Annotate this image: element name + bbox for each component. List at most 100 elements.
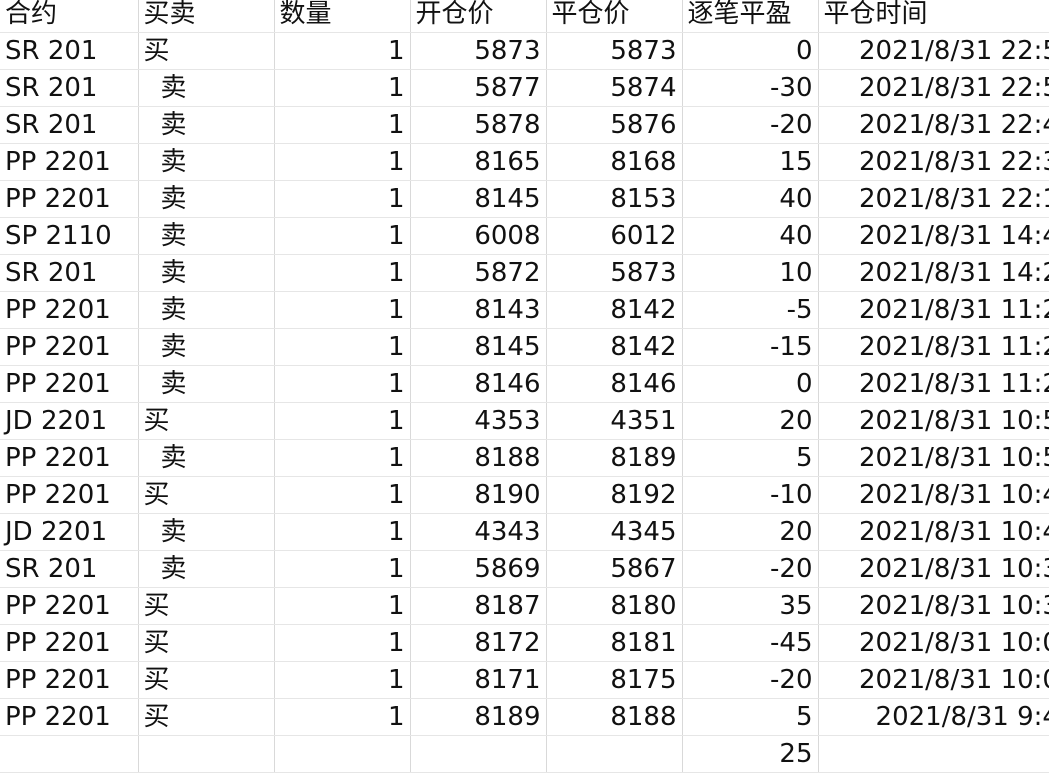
cell-open-price[interactable]: 8188: [410, 439, 547, 477]
cell-close-time[interactable]: 2021/8/31 11:23: [818, 328, 1049, 366]
cell-side[interactable]: 买: [138, 624, 275, 662]
header-contract[interactable]: 合约: [0, 0, 139, 33]
cell-qty[interactable]: 1: [274, 661, 411, 699]
cell-qty[interactable]: 1: [274, 513, 411, 551]
cell-pnl[interactable]: 0: [682, 32, 819, 70]
cell-pnl[interactable]: -10: [682, 476, 819, 514]
cell-contract[interactable]: JD 2201: [0, 513, 139, 551]
cell-open-price[interactable]: 5877: [410, 69, 547, 107]
cell-side[interactable]: 卖: [138, 217, 275, 255]
cell-contract[interactable]: SP 2110: [0, 217, 139, 255]
cell-contract[interactable]: PP 2201: [0, 476, 139, 514]
cell-side[interactable]: 买: [138, 587, 275, 625]
cell-contract[interactable]: PP 2201: [0, 439, 139, 477]
cell-close-time[interactable]: 2021/8/31 11:26: [818, 291, 1049, 329]
cell-pnl[interactable]: -20: [682, 106, 819, 144]
cell-close-time[interactable]: 2021/8/31 22:35: [818, 143, 1049, 181]
cell-close-time[interactable]: 2021/8/31 22:54: [818, 69, 1049, 107]
cell-contract[interactable]: PP 2201: [0, 587, 139, 625]
cell-qty[interactable]: 1: [274, 476, 411, 514]
cell-qty[interactable]: 1: [274, 550, 411, 588]
empty-cell[interactable]: [138, 735, 275, 773]
cell-close-price[interactable]: 4351: [546, 402, 683, 440]
cell-side[interactable]: 买: [138, 476, 275, 514]
header-close-time[interactable]: 平仓时间: [818, 0, 1049, 33]
empty-cell[interactable]: [0, 735, 139, 773]
cell-pnl[interactable]: -20: [682, 661, 819, 699]
cell-qty[interactable]: 1: [274, 365, 411, 403]
cell-qty[interactable]: 1: [274, 402, 411, 440]
cell-contract[interactable]: SR 201: [0, 69, 139, 107]
cell-pnl[interactable]: 35: [682, 587, 819, 625]
cell-side[interactable]: 卖: [138, 143, 275, 181]
cell-close-time[interactable]: 2021/8/31 10:47: [818, 476, 1049, 514]
empty-cell[interactable]: [546, 735, 683, 773]
cell-close-price[interactable]: 8189: [546, 439, 683, 477]
cell-contract[interactable]: PP 2201: [0, 328, 139, 366]
cell-side[interactable]: 买: [138, 698, 275, 736]
cell-pnl[interactable]: -20: [682, 550, 819, 588]
cell-open-price[interactable]: 4353: [410, 402, 547, 440]
cell-contract[interactable]: PP 2201: [0, 365, 139, 403]
cell-close-price[interactable]: 8142: [546, 291, 683, 329]
cell-close-time[interactable]: 2021/8/31 14:41: [818, 217, 1049, 255]
cell-pnl[interactable]: -45: [682, 624, 819, 662]
cell-close-time[interactable]: 2021/8/31 22:15: [818, 180, 1049, 218]
cell-contract[interactable]: SR 201: [0, 550, 139, 588]
cell-close-time[interactable]: 2021/8/31 22:56: [818, 32, 1049, 70]
cell-pnl[interactable]: 15: [682, 143, 819, 181]
cell-open-price[interactable]: 5878: [410, 106, 547, 144]
cell-open-price[interactable]: 8165: [410, 143, 547, 181]
cell-close-price[interactable]: 5874: [546, 69, 683, 107]
cell-contract[interactable]: PP 2201: [0, 143, 139, 181]
cell-contract[interactable]: PP 2201: [0, 291, 139, 329]
cell-open-price[interactable]: 8146: [410, 365, 547, 403]
cell-open-price[interactable]: 8187: [410, 587, 547, 625]
header-pnl[interactable]: 逐笔平盈: [682, 0, 819, 33]
cell-qty[interactable]: 1: [274, 291, 411, 329]
cell-qty[interactable]: 1: [274, 180, 411, 218]
cell-close-price[interactable]: 8146: [546, 365, 683, 403]
cell-close-time[interactable]: 2021/8/31 9:49: [818, 698, 1049, 736]
cell-contract[interactable]: SR 201: [0, 254, 139, 292]
cell-qty[interactable]: 1: [274, 69, 411, 107]
cell-side[interactable]: 买: [138, 402, 275, 440]
cell-side[interactable]: 卖: [138, 439, 275, 477]
cell-qty[interactable]: 1: [274, 143, 411, 181]
cell-contract[interactable]: SR 201: [0, 106, 139, 144]
cell-qty[interactable]: 1: [274, 439, 411, 477]
header-qty[interactable]: 数量: [274, 0, 411, 33]
cell-close-price[interactable]: 5873: [546, 254, 683, 292]
cell-open-price[interactable]: 4343: [410, 513, 547, 551]
cell-close-time[interactable]: 2021/8/31 11:20: [818, 365, 1049, 403]
header-open-price[interactable]: 开仓价: [410, 0, 547, 33]
cell-open-price[interactable]: 5873: [410, 32, 547, 70]
cell-open-price[interactable]: 8171: [410, 661, 547, 699]
cell-close-price[interactable]: 8192: [546, 476, 683, 514]
cell-qty[interactable]: 1: [274, 698, 411, 736]
cell-close-time[interactable]: 2021/8/31 14:27: [818, 254, 1049, 292]
cell-qty[interactable]: 1: [274, 328, 411, 366]
cell-side[interactable]: 卖: [138, 550, 275, 588]
cell-contract[interactable]: PP 2201: [0, 624, 139, 662]
cell-side[interactable]: 卖: [138, 180, 275, 218]
cell-side[interactable]: 卖: [138, 291, 275, 329]
cell-close-price[interactable]: 8180: [546, 587, 683, 625]
cell-open-price[interactable]: 5869: [410, 550, 547, 588]
cell-close-time[interactable]: 2021/8/31 10:35: [818, 587, 1049, 625]
cell-qty[interactable]: 1: [274, 587, 411, 625]
cell-close-time[interactable]: 2021/8/31 10:06: [818, 661, 1049, 699]
cell-open-price[interactable]: 8190: [410, 476, 547, 514]
cell-open-price[interactable]: 5872: [410, 254, 547, 292]
cell-pnl[interactable]: 0: [682, 365, 819, 403]
cell-close-price[interactable]: 8175: [546, 661, 683, 699]
cell-pnl[interactable]: 40: [682, 217, 819, 255]
cell-pnl[interactable]: -30: [682, 69, 819, 107]
empty-cell[interactable]: [274, 735, 411, 773]
cell-qty[interactable]: 1: [274, 624, 411, 662]
empty-cell[interactable]: [410, 735, 547, 773]
cell-side[interactable]: 买: [138, 32, 275, 70]
cell-pnl[interactable]: 10: [682, 254, 819, 292]
cell-open-price[interactable]: 8145: [410, 328, 547, 366]
cell-pnl[interactable]: -15: [682, 328, 819, 366]
